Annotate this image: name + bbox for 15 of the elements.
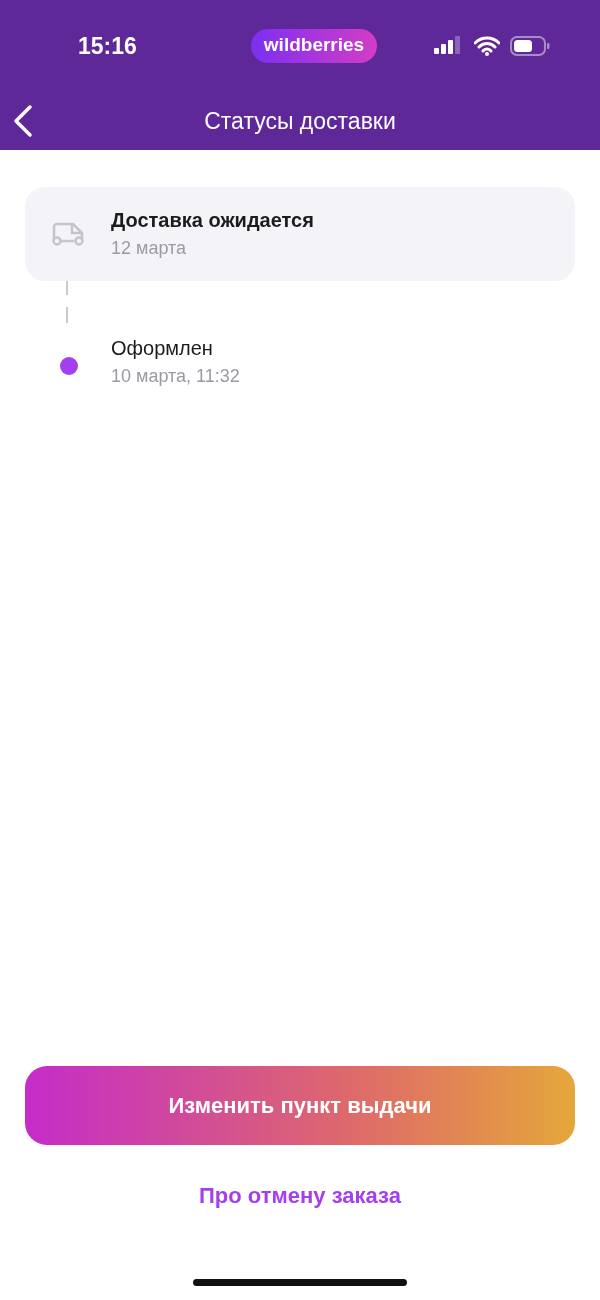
status-dot	[60, 357, 78, 375]
logo: wildberries	[250, 29, 378, 63]
clock: 15:16	[78, 32, 138, 60]
status-title: Оформлен	[111, 337, 214, 360]
status-date: 12 марта	[111, 238, 188, 259]
cancel-info-link[interactable]: Про отмену заказа	[199, 1183, 401, 1209]
truck-icon	[51, 220, 87, 248]
timeline-line	[65, 281, 69, 323]
battery-icon	[510, 36, 550, 56]
wifi-icon	[474, 36, 500, 56]
status-title: Доставка ожидается	[111, 209, 314, 232]
status-date: 10 марта, 11:32	[111, 366, 240, 387]
back-icon[interactable]	[12, 104, 34, 138]
screen-title: Статусы доставки	[204, 107, 396, 135]
change-pickup-button[interactable]: Изменить пункт выдачи	[25, 1066, 575, 1145]
